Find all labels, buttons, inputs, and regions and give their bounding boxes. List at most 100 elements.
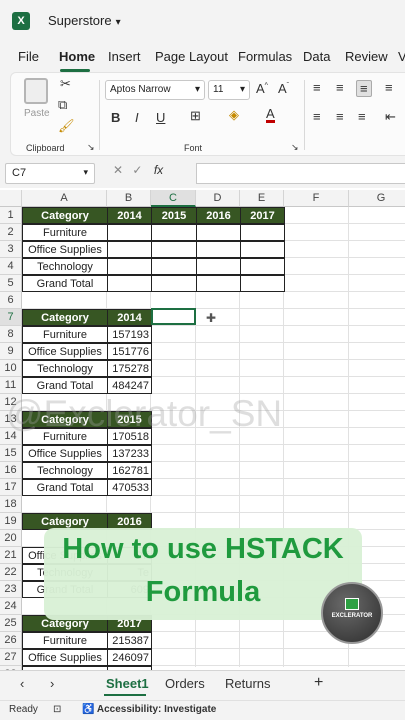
- table-cell[interactable]: Office Supplies: [22, 649, 108, 666]
- table-cell[interactable]: Office Supplies: [22, 343, 108, 360]
- menu-page-layout[interactable]: Page Layout: [155, 49, 228, 64]
- indent-icon[interactable]: ⇤: [385, 109, 396, 125]
- table-cell[interactable]: 157193: [107, 326, 152, 343]
- accessibility-status[interactable]: ♿ Accessibility: Investigate: [82, 704, 216, 715]
- table-header-cell[interactable]: 2016: [196, 207, 241, 224]
- table-header-cell[interactable]: 2014: [107, 309, 152, 326]
- table-header-cell[interactable]: 2017: [240, 207, 285, 224]
- copy-icon[interactable]: ⧉: [58, 97, 67, 113]
- align-left-icon[interactable]: ≡: [313, 109, 321, 124]
- table-cell[interactable]: [151, 224, 197, 241]
- row-header[interactable]: 6: [0, 292, 22, 309]
- table-cell[interactable]: Furniture: [22, 224, 108, 241]
- active-cell-c7[interactable]: [151, 308, 196, 325]
- align-top-icon[interactable]: ≡: [313, 80, 321, 95]
- row-header[interactable]: 17: [0, 479, 22, 496]
- tab-sheet1[interactable]: Sheet1: [106, 676, 149, 691]
- table-cell[interactable]: [151, 241, 197, 258]
- table-cell[interactable]: 175278: [107, 360, 152, 377]
- increase-font-icon[interactable]: A^: [256, 81, 268, 96]
- tab-next-icon[interactable]: ›: [50, 676, 54, 691]
- borders-icon[interactable]: ⊞: [190, 108, 201, 124]
- font-launcher-icon[interactable]: ↘: [291, 142, 299, 153]
- row-header[interactable]: 20: [0, 530, 22, 547]
- row-header[interactable]: 11: [0, 377, 22, 394]
- menu-home[interactable]: Home: [59, 49, 95, 64]
- table-cell[interactable]: Grand Total: [22, 479, 108, 496]
- column-header-g[interactable]: G: [349, 190, 405, 207]
- table-cell[interactable]: Office Supplies: [22, 445, 108, 462]
- row-header[interactable]: 3: [0, 241, 22, 258]
- cancel-icon[interactable]: ✕: [113, 163, 123, 177]
- table-cell[interactable]: Furniture: [22, 632, 108, 649]
- name-box[interactable]: C7 ▾: [5, 163, 95, 184]
- select-all-corner[interactable]: [0, 190, 22, 207]
- insert-function-button[interactable]: fx: [154, 163, 163, 177]
- table-cell[interactable]: 470533: [107, 479, 152, 496]
- table-cell[interactable]: 215387: [107, 632, 152, 649]
- table-header-cell[interactable]: 2015: [151, 207, 197, 224]
- table-header-cell[interactable]: 2014: [107, 207, 152, 224]
- underline-button[interactable]: U: [156, 110, 165, 125]
- row-header[interactable]: 10: [0, 360, 22, 377]
- table-cell[interactable]: Furniture: [22, 326, 108, 343]
- align-center-icon[interactable]: ≡: [336, 109, 344, 124]
- column-header-f[interactable]: F: [284, 190, 349, 207]
- clipboard-launcher-icon[interactable]: ↘: [87, 142, 95, 153]
- table-cell[interactable]: [240, 275, 285, 292]
- tab-prev-icon[interactable]: ‹: [20, 676, 24, 691]
- font-color-icon[interactable]: A: [266, 107, 275, 123]
- table-cell[interactable]: [107, 275, 152, 292]
- format-painter-icon[interactable]: 🖌: [58, 118, 75, 134]
- bold-button[interactable]: B: [111, 110, 120, 125]
- table-cell[interactable]: Technology: [22, 258, 108, 275]
- table-cell[interactable]: Grand Total: [22, 275, 108, 292]
- table-cell[interactable]: [107, 241, 152, 258]
- tab-returns[interactable]: Returns: [225, 676, 271, 691]
- paste-label[interactable]: Paste: [24, 108, 50, 119]
- table-cell[interactable]: [196, 258, 241, 275]
- macro-record-icon[interactable]: ⊡: [53, 704, 61, 715]
- row-header[interactable]: 8: [0, 326, 22, 343]
- font-name-select[interactable]: Aptos Narrow ▾: [105, 80, 205, 100]
- formula-input[interactable]: [196, 163, 405, 184]
- table-cell[interactable]: 484247: [107, 377, 152, 394]
- table-cell[interactable]: [151, 275, 197, 292]
- align-bottom-icon[interactable]: ≡: [356, 80, 372, 97]
- table-cell[interactable]: Technology: [22, 462, 108, 479]
- row-header[interactable]: 27: [0, 649, 22, 666]
- workbook-title[interactable]: Superstore ▾: [48, 13, 121, 28]
- wrap-icon[interactable]: ≡: [385, 80, 393, 95]
- menu-view[interactable]: V: [398, 49, 405, 64]
- table-cell[interactable]: [196, 275, 241, 292]
- table-cell[interactable]: [240, 241, 285, 258]
- cut-icon[interactable]: ✂: [60, 76, 71, 92]
- tab-orders[interactable]: Orders: [165, 676, 205, 691]
- add-sheet-button[interactable]: +: [314, 674, 323, 692]
- column-header-c[interactable]: C: [151, 190, 196, 207]
- table-cell[interactable]: [196, 241, 241, 258]
- row-header[interactable]: 22: [0, 564, 22, 581]
- menu-insert[interactable]: Insert: [108, 49, 141, 64]
- row-header[interactable]: 2: [0, 224, 22, 241]
- table-cell[interactable]: [240, 258, 285, 275]
- row-header[interactable]: 1: [0, 207, 22, 224]
- table-cell[interactable]: 151776: [107, 343, 152, 360]
- row-header[interactable]: 5: [0, 275, 22, 292]
- italic-button[interactable]: I: [135, 110, 139, 125]
- row-header[interactable]: 19: [0, 513, 22, 530]
- table-header-cell[interactable]: Category: [22, 309, 108, 326]
- row-header[interactable]: 16: [0, 462, 22, 479]
- row-header[interactable]: 4: [0, 258, 22, 275]
- row-header[interactable]: 21: [0, 547, 22, 564]
- table-cell[interactable]: 137233: [107, 445, 152, 462]
- table-cell[interactable]: [107, 224, 152, 241]
- menu-file[interactable]: File: [18, 49, 39, 64]
- row-header[interactable]: 18: [0, 496, 22, 513]
- table-cell[interactable]: Technology: [22, 360, 108, 377]
- table-cell[interactable]: 162781: [107, 462, 152, 479]
- menu-formulas[interactable]: Formulas: [238, 49, 292, 64]
- align-right-icon[interactable]: ≡: [358, 109, 366, 124]
- table-cell[interactable]: [240, 224, 285, 241]
- enter-icon[interactable]: ✓: [132, 163, 142, 177]
